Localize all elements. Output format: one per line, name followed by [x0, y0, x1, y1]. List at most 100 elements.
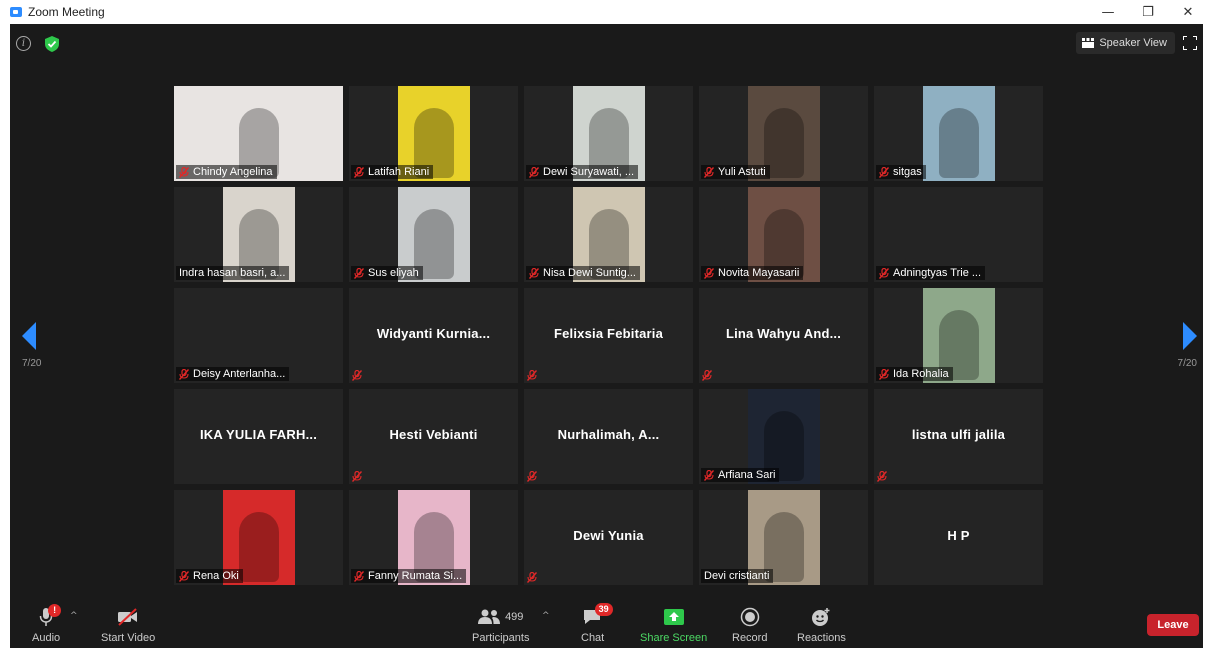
participant-name-label: Adningtyas Trie ... [876, 266, 986, 280]
mic-muted-icon [526, 368, 538, 381]
start-video-label: Start Video [101, 632, 156, 644]
participant-name-label: Deisy Anterlanha... [176, 367, 290, 381]
participant-tile[interactable]: Rena Oki [174, 490, 343, 585]
participant-name: Sus eliyah [368, 267, 419, 279]
participant-name-label: Sus eliyah [351, 266, 423, 280]
participant-display-name: Lina Wahyu And... [725, 326, 842, 341]
share-screen-icon [663, 609, 684, 625]
participant-name-label: sitgas [876, 165, 926, 179]
meeting-info-icon[interactable]: i [16, 36, 31, 51]
record-button[interactable]: Record [732, 606, 767, 644]
participant-tile[interactable]: Widyanti Kurnia... [349, 288, 518, 383]
participant-tile[interactable]: Dewi Suryawati, ... [524, 86, 693, 181]
participants-count: 499 [505, 611, 524, 623]
share-screen-button[interactable]: Share Screen [640, 606, 707, 644]
zoom-logo-icon [10, 7, 22, 17]
participant-name: Novita Mayasarii [718, 267, 800, 279]
start-video-button[interactable]: Start Video [101, 606, 155, 644]
participant-name: Fanny Rumata Si... [368, 570, 463, 582]
mic-muted-icon [178, 570, 190, 582]
participant-tile[interactable]: Hesti Vebianti [349, 389, 518, 484]
participant-tile[interactable]: Lina Wahyu And... [699, 288, 868, 383]
participant-name: Dewi Suryawati, ... [543, 166, 635, 178]
reactions-label: Reactions [797, 632, 846, 644]
participant-name: Deisy Anterlanha... [193, 368, 286, 380]
participants-options-caret-icon[interactable]: ^ [542, 611, 550, 621]
participant-name: Chindy Angelina [193, 166, 273, 178]
participant-tile[interactable]: Chindy Angelina [174, 86, 343, 181]
fullscreen-icon[interactable] [1182, 35, 1198, 51]
participant-tile[interactable]: Sus eliyah [349, 187, 518, 282]
window-title: Zoom Meeting [28, 5, 105, 19]
security-shield-icon[interactable] [44, 36, 60, 52]
minimize-button[interactable]: — [1088, 0, 1128, 24]
mic-muted-icon [878, 267, 890, 279]
participant-name-label: Nisa Dewi Suntig... [526, 266, 640, 280]
participant-name-label: Novita Mayasarii [701, 266, 804, 280]
participant-tile[interactable]: Felixsia Febitaria [524, 288, 693, 383]
participant-display-name: IKA YULIA FARH... [199, 427, 318, 442]
participant-tile[interactable]: IKA YULIA FARH... [174, 389, 343, 484]
participant-tile[interactable]: Nurhalimah, A... [524, 389, 693, 484]
participant-name-label: Fanny Rumata Si... [351, 569, 467, 583]
window-controls: — ❐ ✕ [1088, 0, 1208, 24]
participant-tile[interactable]: Ida Rohalia [874, 288, 1043, 383]
participant-tile[interactable]: Adningtyas Trie ... [874, 187, 1043, 282]
participant-display-name: Hesti Vebianti [389, 427, 478, 442]
audio-options-caret-icon[interactable]: ^ [70, 611, 78, 621]
participant-name-label: Rena Oki [176, 569, 243, 583]
next-page-arrow-icon[interactable] [1183, 322, 1197, 350]
participant-name-label: Ida Rohalia [876, 367, 953, 381]
participant-tile[interactable]: Devi cristianti [699, 490, 868, 585]
reactions-button[interactable]: Reactions [797, 606, 846, 644]
previous-page-arrow-icon[interactable] [22, 322, 36, 350]
participant-tile[interactable]: sitgas [874, 86, 1043, 181]
audio-alert-badge: ! [48, 604, 62, 617]
audio-button[interactable]: ! Audio [32, 604, 62, 644]
participant-tile[interactable]: Yuli Astuti [699, 86, 868, 181]
mic-muted-icon [178, 166, 190, 178]
leave-meeting-button[interactable]: Leave [1147, 614, 1199, 636]
participant-tile[interactable]: listna ulfi jalila [874, 389, 1043, 484]
participant-display-name: H P [947, 528, 970, 543]
participant-tile[interactable]: Deisy Anterlanha... [174, 288, 343, 383]
mic-muted-icon [353, 166, 365, 178]
mic-muted-icon [353, 570, 365, 582]
mic-muted-icon [528, 166, 540, 178]
mic-muted-icon [701, 368, 713, 381]
participants-icon [478, 609, 501, 624]
mic-muted-icon [528, 267, 540, 279]
participant-name: sitgas [893, 166, 922, 178]
participant-tile[interactable]: Nisa Dewi Suntig... [524, 187, 693, 282]
participant-tile[interactable]: Indra hasan basri, a... [174, 187, 343, 282]
maximize-button[interactable]: ❐ [1128, 0, 1168, 24]
meeting-area: i Speaker View 7/20 7/20 Chindy Angelina… [10, 24, 1203, 648]
participant-tile[interactable]: Latifah Riani [349, 86, 518, 181]
record-label: Record [732, 632, 768, 644]
participant-tile[interactable]: H P [874, 490, 1043, 585]
participant-name: Devi cristianti [704, 570, 770, 582]
mic-muted-icon [876, 469, 888, 482]
participant-display-name: Widyanti Kurnia... [376, 326, 491, 341]
participant-tile[interactable]: Fanny Rumata Si... [349, 490, 518, 585]
speaker-view-button[interactable]: Speaker View [1076, 32, 1175, 54]
participants-button[interactable]: 499 Participants [472, 606, 529, 644]
audio-label: Audio [32, 632, 61, 644]
participant-name-label: Yuli Astuti [701, 165, 770, 179]
mic-muted-icon [353, 267, 365, 279]
title-bar: Zoom Meeting — ❐ ✕ [0, 0, 1208, 24]
speaker-view-icon [1082, 38, 1095, 48]
participant-tile[interactable]: Arfiana Sari [699, 389, 868, 484]
participant-tile[interactable]: Novita Mayasarii [699, 187, 868, 282]
mic-muted-icon [703, 166, 715, 178]
participant-name: Arfiana Sari [718, 469, 776, 481]
chat-button[interactable]: 39 Chat [581, 603, 613, 644]
share-screen-label: Share Screen [640, 632, 708, 644]
participants-label: Participants [472, 632, 530, 644]
mic-muted-icon [526, 570, 538, 583]
participant-tile[interactable]: Dewi Yunia [524, 490, 693, 585]
mic-muted-icon [703, 267, 715, 279]
chat-label: Chat [581, 632, 605, 644]
mic-muted-icon [351, 469, 363, 482]
close-button[interactable]: ✕ [1168, 0, 1208, 24]
